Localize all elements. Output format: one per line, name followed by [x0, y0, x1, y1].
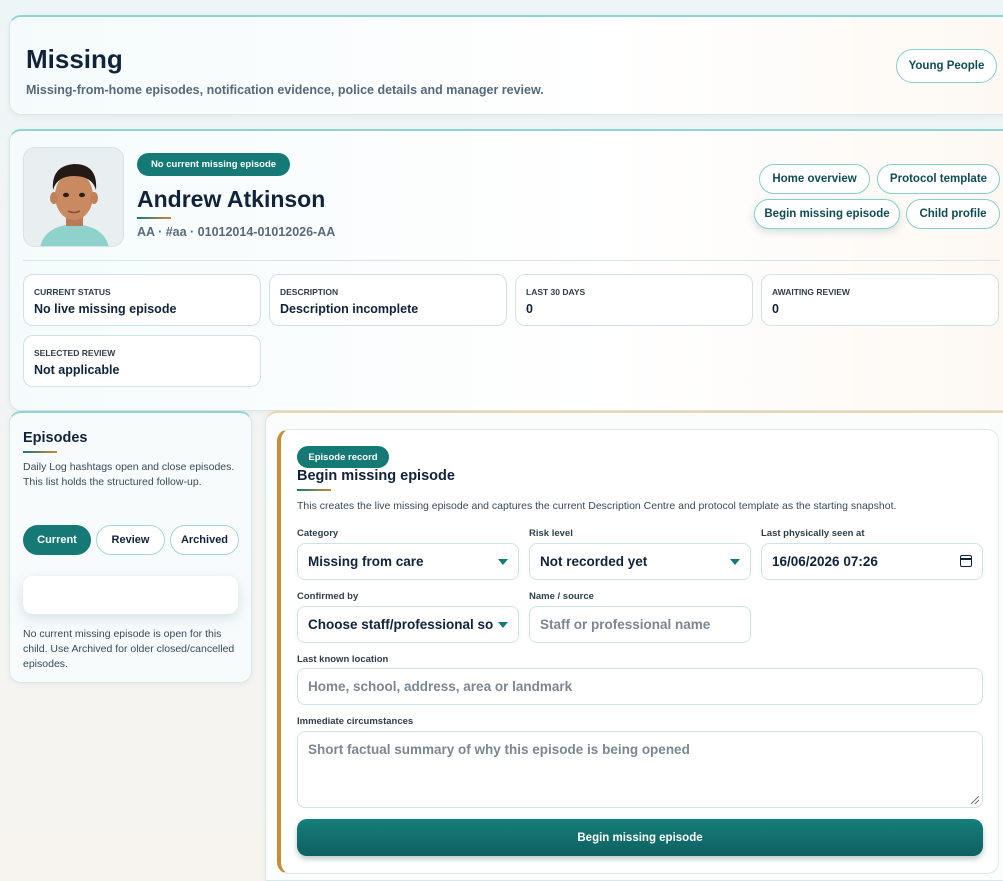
child-identifiers: AA · #aa · 01012014-01012026-AA [137, 225, 336, 239]
tab-archived[interactable]: Archived [170, 525, 239, 555]
risk-level-select[interactable]: Not recorded yet [529, 543, 751, 580]
risk-level-label: Risk level [529, 528, 573, 539]
name-source-input[interactable]: Staff or professional name [529, 606, 751, 643]
status-badge: No current missing episode [137, 153, 290, 176]
young-people-button[interactable]: Young People [896, 49, 997, 83]
child-name: Andrew Atkinson [137, 186, 326, 212]
name-underline [137, 217, 171, 219]
avatar [23, 147, 124, 247]
child-profile-button[interactable]: Child profile [906, 199, 1000, 229]
page-header: Missing Missing-from-home episodes, noti… [9, 15, 1003, 115]
name-source-label: Name / source [529, 591, 594, 602]
stat-label: DESCRIPTION [280, 287, 339, 297]
home-overview-button[interactable]: Home overview [759, 164, 870, 194]
confirmed-by-label: Confirmed by [297, 591, 359, 602]
tab-review[interactable]: Review [96, 525, 165, 555]
last-location-input[interactable]: Home, school, address, area or landmark [297, 668, 983, 705]
circumstances-placeholder: Short factual summary of why this episod… [308, 742, 690, 757]
episodes-empty-text: No current missing episode is open for t… [23, 628, 235, 670]
last-seen-datetime-input[interactable]: 16/06/2026 07:26 [761, 543, 983, 580]
form-title: Begin missing episode [297, 468, 455, 484]
stat-value: 0 [526, 302, 533, 316]
title-underline [297, 489, 331, 491]
calendar-icon[interactable] [960, 555, 972, 567]
circumstances-label: Immediate circumstances [297, 716, 414, 727]
resize-grip-icon[interactable] [971, 796, 979, 804]
circumstances-textarea[interactable]: Short factual summary of why this episod… [297, 731, 983, 808]
stat-label: LAST 30 DAYS [526, 287, 586, 297]
begin-missing-episode-submit[interactable]: Begin missing episode [297, 819, 983, 856]
page-subtitle: Missing-from-home episodes, notification… [26, 83, 544, 97]
episodes-panel: Episodes Daily Log hashtags open and clo… [9, 411, 252, 683]
stat-description: DESCRIPTION Description incomplete [269, 274, 507, 326]
stat-value: 0 [772, 302, 779, 316]
category-value: Missing from care [308, 554, 424, 569]
episode-record-panel: Episode record Begin missing episode Thi… [265, 411, 1003, 881]
episode-record-badge: Episode record [297, 446, 389, 468]
last-location-label: Last known location [297, 654, 389, 665]
risk-level-value: Not recorded yet [540, 554, 648, 569]
category-label: Category [297, 528, 339, 539]
chevron-down-icon [498, 559, 508, 565]
confirmed-by-select[interactable]: Choose staff/professional so [297, 606, 519, 643]
chevron-down-icon [498, 622, 508, 628]
begin-episode-form: Episode record Begin missing episode Thi… [277, 429, 999, 874]
child-profile-card: No current missing episode Andrew Atkins… [9, 129, 1003, 411]
form-description: This creates the live missing episode an… [297, 500, 897, 512]
stat-awaiting-review: AWAITING REVIEW 0 [761, 274, 999, 326]
category-select[interactable]: Missing from care [297, 543, 519, 580]
stat-selected-review: SELECTED REVIEW Not applicable [23, 335, 261, 387]
divider [23, 260, 1000, 261]
stat-value: Not applicable [34, 363, 120, 377]
stat-value: No live missing episode [34, 302, 177, 316]
tab-current[interactable]: Current [23, 525, 91, 555]
stat-value: Description incomplete [280, 302, 419, 316]
confirmed-by-value: Choose staff/professional so [308, 617, 494, 632]
stat-label: CURRENT STATUS [34, 287, 111, 297]
stat-current-status: CURRENT STATUS No live missing episode [23, 274, 261, 326]
chevron-down-icon [730, 559, 740, 565]
protocol-template-button[interactable]: Protocol template [877, 164, 1000, 194]
page-title: Missing [26, 44, 123, 74]
stat-last-30-days: LAST 30 DAYS 0 [515, 274, 753, 326]
stat-label: SELECTED REVIEW [34, 348, 116, 358]
title-underline [23, 451, 57, 453]
stat-label: AWAITING REVIEW [772, 287, 850, 297]
episodes-description: Daily Log hashtags open and close episod… [23, 461, 235, 488]
last-seen-label: Last physically seen at [761, 528, 865, 539]
last-seen-value: 16/06/2026 07:26 [772, 554, 878, 569]
episodes-title: Episodes [23, 430, 88, 446]
episode-list [23, 576, 238, 614]
begin-missing-episode-button[interactable]: Begin missing episode [754, 199, 900, 229]
